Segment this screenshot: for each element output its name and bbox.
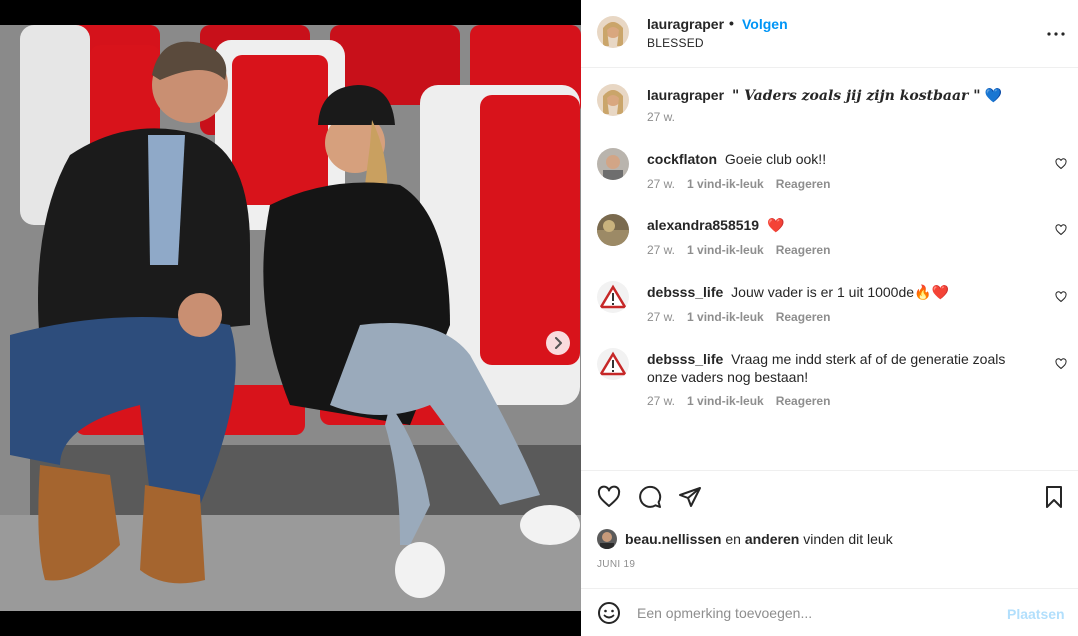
avatar[interactable] (597, 148, 629, 180)
avatar[interactable] (597, 529, 617, 549)
likes-suffix: vinden dit leuk (803, 531, 893, 547)
avatar[interactable] (597, 84, 629, 116)
author-username[interactable]: lauragraper (647, 16, 724, 32)
heart-icon[interactable] (1055, 158, 1067, 170)
comment-username[interactable]: alexandra858519 (647, 217, 759, 233)
comment-text-row: debsss_life Jouw vader is er 1 uit 1000d… (647, 283, 1047, 301)
emoji-icon[interactable] (597, 601, 621, 625)
comment-meta: 27 w. 1 vind-ik-leuk Reageren (647, 394, 830, 408)
comment-meta: 27 w. 1 vind-ik-leuk Reageren (647, 310, 830, 324)
avatar[interactable] (597, 214, 629, 246)
comment-time[interactable]: 27 w. (647, 394, 675, 408)
comment-like-count[interactable]: 1 vind-ik-leuk (687, 177, 764, 191)
chevron-right-icon (555, 337, 562, 349)
caption-time[interactable]: 27 w. (647, 110, 675, 124)
likes-and: en (725, 531, 741, 547)
post-date[interactable]: JUNI 19 (597, 559, 635, 570)
heart-icon[interactable] (1055, 224, 1067, 236)
heart-icon[interactable] (597, 485, 621, 509)
instagram-post-modal: lauragraper • Volgen BLESSED lauragraper… (0, 0, 1078, 636)
comment-text: ❤️ (766, 217, 785, 233)
follow-button[interactable]: Volgen (742, 16, 788, 32)
caption-emoji: 💙 (984, 87, 1002, 103)
heart-icon[interactable] (1055, 358, 1067, 370)
post-header: lauragraper • Volgen BLESSED (581, 0, 1078, 68)
reply-button[interactable]: Reageren (776, 243, 831, 257)
caption-text: " Vaders zoals jij zijn kostbaar " (731, 88, 981, 104)
comment-username[interactable]: cockflaton (647, 151, 717, 167)
avatar[interactable] (597, 281, 629, 313)
post-photo[interactable] (0, 25, 581, 611)
share-icon[interactable] (678, 485, 702, 509)
comment-like-count[interactable]: 1 vind-ik-leuk (687, 243, 764, 257)
comment-time[interactable]: 27 w. (647, 243, 675, 257)
post-actions: beau.nellissen en anderen vinden dit leu… (581, 470, 1078, 588)
comment-text: Jouw vader is er 1 uit 1000de🔥❤️ (731, 284, 949, 300)
comment-meta: 27 w. 1 vind-ik-leuk Reageren (647, 243, 830, 257)
reply-button[interactable]: Reageren (776, 310, 831, 324)
comment-meta: 27 w. 1 vind-ik-leuk Reageren (647, 177, 830, 191)
location-label[interactable]: BLESSED (647, 36, 704, 50)
comment-text-row: alexandra858519 ❤️ (647, 216, 1047, 234)
reply-button[interactable]: Reageren (776, 394, 831, 408)
add-comment-bar: Plaatsen (581, 588, 1078, 636)
carousel-next-button[interactable] (546, 331, 570, 355)
caption-username[interactable]: lauragraper (647, 87, 724, 103)
comment-username[interactable]: debsss_life (647, 284, 723, 300)
bookmark-icon[interactable] (1042, 485, 1066, 509)
reply-button[interactable]: Reageren (776, 177, 831, 191)
separator-dot: • (729, 15, 734, 31)
caption-meta: 27 w. (647, 110, 675, 124)
photo-illustration (0, 25, 581, 611)
avatar[interactable] (597, 16, 629, 48)
avatar[interactable] (597, 348, 629, 380)
comment-icon[interactable] (638, 485, 662, 509)
liker-username[interactable]: beau.nellissen (625, 531, 721, 547)
comment-text: Goeie club ook!! (724, 151, 827, 167)
comment-text-row: cockflaton Goeie club ook!! (647, 150, 1047, 168)
likes-others-link[interactable]: anderen (745, 531, 799, 547)
comment-like-count[interactable]: 1 vind-ik-leuk (687, 394, 764, 408)
caption-text-row: lauragraper " Vaders zoals jij zijn kost… (647, 86, 1047, 105)
comment-like-count[interactable]: 1 vind-ik-leuk (687, 310, 764, 324)
comment-text-row: debsss_life Vraag me indd sterk af of de… (647, 350, 1027, 386)
post-comment-button[interactable]: Plaatsen (1007, 606, 1065, 622)
comment-input[interactable] (637, 601, 997, 625)
comment-username[interactable]: debsss_life (647, 351, 723, 367)
post-side-panel: lauragraper • Volgen BLESSED lauragraper… (581, 0, 1078, 636)
comment-time[interactable]: 27 w. (647, 177, 675, 191)
more-icon[interactable] (1044, 22, 1068, 46)
heart-icon[interactable] (1055, 291, 1067, 303)
comment-time[interactable]: 27 w. (647, 310, 675, 324)
likes-summary: beau.nellissen en anderen vinden dit leu… (597, 529, 893, 549)
